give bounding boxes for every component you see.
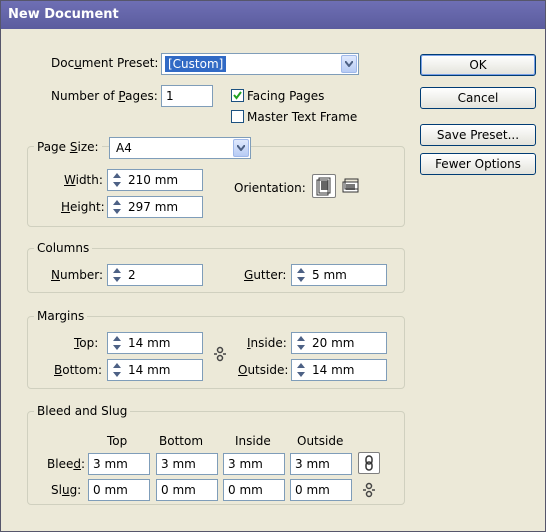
header-outside: Outside [297, 434, 344, 448]
chevron-down-icon[interactable] [233, 139, 249, 157]
margin-bottom-input[interactable]: 14 mm [107, 359, 203, 381]
facing-pages-checkbox[interactable] [231, 89, 244, 102]
margin-outside-label: Outside: [238, 363, 289, 377]
spinner-arrows-icon[interactable] [295, 335, 307, 351]
portrait-orientation-button[interactable] [312, 174, 336, 198]
slug-label: Slug: [51, 483, 82, 497]
margin-bottom-label: Bottom: [54, 363, 103, 377]
columns-number-input[interactable]: 2 [107, 264, 203, 286]
bleed-top-input[interactable]: 3 mm [88, 453, 150, 475]
bleed-outside-input[interactable]: 3 mm [290, 453, 352, 475]
ok-button[interactable]: OK [420, 54, 536, 76]
document-preset-value: [Custom] [165, 56, 227, 72]
margins-title: Margins [34, 308, 88, 324]
header-inside: Inside [235, 434, 271, 448]
dialog-title: New Document [1, 1, 545, 29]
gutter-input[interactable]: 5 mm [291, 264, 387, 286]
margin-top-label: Top: [74, 336, 99, 350]
slug-outside-input[interactable]: 0 mm [290, 479, 352, 501]
landscape-orientation-button[interactable] [341, 176, 361, 196]
facing-pages-label: Facing Pages [247, 89, 325, 103]
columns-title: Columns [34, 240, 93, 256]
save-preset-button[interactable]: Save Preset... [420, 124, 536, 146]
slug-top-input[interactable]: 0 mm [88, 479, 150, 501]
spinner-arrows-icon[interactable] [111, 172, 123, 188]
chain-link-broken-icon [363, 482, 375, 498]
height-label: Height: [61, 200, 105, 214]
gutter-label: Gutter: [244, 268, 287, 282]
fewer-options-button[interactable]: Fewer Options [420, 153, 536, 175]
checkmark-icon [233, 91, 242, 100]
width-label: Width: [64, 173, 103, 187]
master-text-frame-checkbox[interactable] [231, 110, 244, 123]
spinner-arrows-icon[interactable] [111, 335, 123, 351]
bleed-and-slug-title: Bleed and Slug [34, 403, 131, 419]
bleed-link-button[interactable] [358, 452, 380, 474]
document-preset-dropdown[interactable]: [Custom] [161, 53, 359, 75]
new-document-dialog: New Document Document Preset: [Custom] N… [0, 0, 546, 532]
number-of-pages-label: Number of Pages: [51, 89, 158, 103]
master-text-frame-label: Master Text Frame [247, 110, 358, 124]
slug-link-button[interactable] [360, 482, 378, 498]
document-preset-label: Document Preset: [51, 56, 159, 70]
header-top: Top [107, 434, 128, 448]
bleed-label: Bleed: [47, 457, 86, 471]
margin-outside-value: 14 mm [312, 363, 355, 377]
height-value: 297 mm [128, 200, 179, 214]
height-input[interactable]: 297 mm [107, 196, 203, 218]
spinner-arrows-icon[interactable] [295, 362, 307, 378]
width-input[interactable]: 210 mm [107, 169, 203, 191]
bleed-inside-input[interactable]: 3 mm [223, 453, 285, 475]
spinner-arrows-icon[interactable] [111, 199, 123, 215]
slug-inside-input[interactable]: 0 mm [223, 479, 285, 501]
margin-outside-input[interactable]: 14 mm [291, 359, 387, 381]
portrait-page-icon [316, 177, 331, 196]
margin-inside-input[interactable]: 20 mm [291, 332, 387, 354]
columns-number-value: 2 [128, 268, 136, 282]
page-size-dropdown[interactable]: A4 [109, 137, 251, 159]
cancel-button[interactable]: Cancel [420, 87, 536, 109]
gutter-value: 5 mm [312, 268, 347, 282]
orientation-label: Orientation: [234, 181, 306, 195]
margin-top-input[interactable]: 14 mm [107, 332, 203, 354]
margin-inside-label: Inside: [247, 336, 287, 350]
spinner-arrows-icon[interactable] [111, 267, 123, 283]
page-size-value: A4 [116, 141, 132, 155]
header-bottom: Bottom [159, 434, 204, 448]
chevron-down-icon[interactable] [341, 55, 357, 73]
slug-bottom-input[interactable]: 0 mm [156, 479, 218, 501]
bleed-bottom-input[interactable]: 3 mm [156, 453, 218, 475]
margin-bottom-value: 14 mm [128, 363, 171, 377]
make-all-settings-same-button[interactable] [211, 346, 229, 362]
spinner-arrows-icon[interactable] [111, 362, 123, 378]
spinner-arrows-icon[interactable] [295, 267, 307, 283]
margin-inside-value: 20 mm [312, 336, 355, 350]
page-size-label: Page Size: [34, 139, 102, 155]
columns-number-label: Number: [51, 268, 104, 282]
margin-top-value: 14 mm [128, 336, 171, 350]
chain-link-icon [365, 455, 373, 471]
number-of-pages-input[interactable]: 1 [161, 85, 213, 107]
chain-link-broken-icon [214, 346, 226, 362]
width-value: 210 mm [128, 173, 179, 187]
landscape-page-icon [342, 178, 359, 193]
